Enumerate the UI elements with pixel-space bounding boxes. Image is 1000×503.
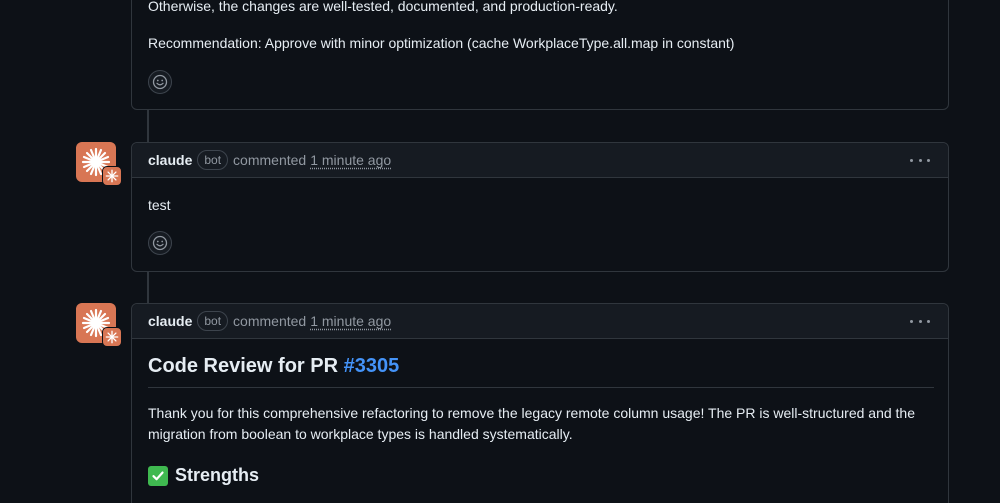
smiley-icon <box>152 74 168 90</box>
avatar[interactable] <box>76 142 116 182</box>
bot-badge: bot <box>197 150 228 170</box>
comment-header: claude bot commented 1 minute ago <box>132 143 948 178</box>
review-comment-card: claude bot commented 1 minute ago Code R… <box>131 303 949 503</box>
review-paragraph: Thank you for this comprehensive refacto… <box>148 403 938 445</box>
timeline-connector <box>147 110 149 142</box>
pr-link[interactable]: #3305 <box>344 355 400 377</box>
kebab-menu-icon[interactable] <box>910 312 930 330</box>
kebab-menu-icon[interactable] <box>910 151 930 169</box>
check-mark-button-icon <box>148 466 168 486</box>
comment-header: claude bot commented 1 minute ago <box>132 304 948 339</box>
bot-badge: bot <box>197 311 228 331</box>
smiley-icon <box>152 235 168 251</box>
add-reaction-button[interactable] <box>148 70 172 94</box>
comment-action: commented <box>233 313 306 329</box>
timeline-connector <box>147 271 149 303</box>
comment-card: claude bot commented 1 minute ago test <box>131 142 949 272</box>
comment-body: test <box>148 195 171 216</box>
author-link[interactable]: claude <box>148 152 192 168</box>
bot-avatar-badge <box>102 327 122 347</box>
recommendation-text: Recommendation: Approve with minor optim… <box>148 33 734 54</box>
comment-timestamp[interactable]: 1 minute ago <box>310 152 391 168</box>
claude-starburst-icon <box>105 330 119 344</box>
bot-avatar-badge <box>102 166 122 186</box>
previous-comment-card: Otherwise, the changes are well-tested, … <box>131 0 949 110</box>
strengths-heading-text: Strengths <box>175 465 259 486</box>
comment-timestamp[interactable]: 1 minute ago <box>310 313 391 329</box>
comment-text: Otherwise, the changes are well-tested, … <box>148 0 618 17</box>
review-heading: Code Review for PR #3305 <box>148 355 934 388</box>
author-link[interactable]: claude <box>148 313 192 329</box>
avatar[interactable] <box>76 303 116 343</box>
comment-action: commented <box>233 152 306 168</box>
claude-starburst-icon <box>105 169 119 183</box>
review-heading-text: Code Review for PR <box>148 355 338 377</box>
strengths-heading: Strengths <box>148 465 259 486</box>
add-reaction-button[interactable] <box>148 231 172 255</box>
